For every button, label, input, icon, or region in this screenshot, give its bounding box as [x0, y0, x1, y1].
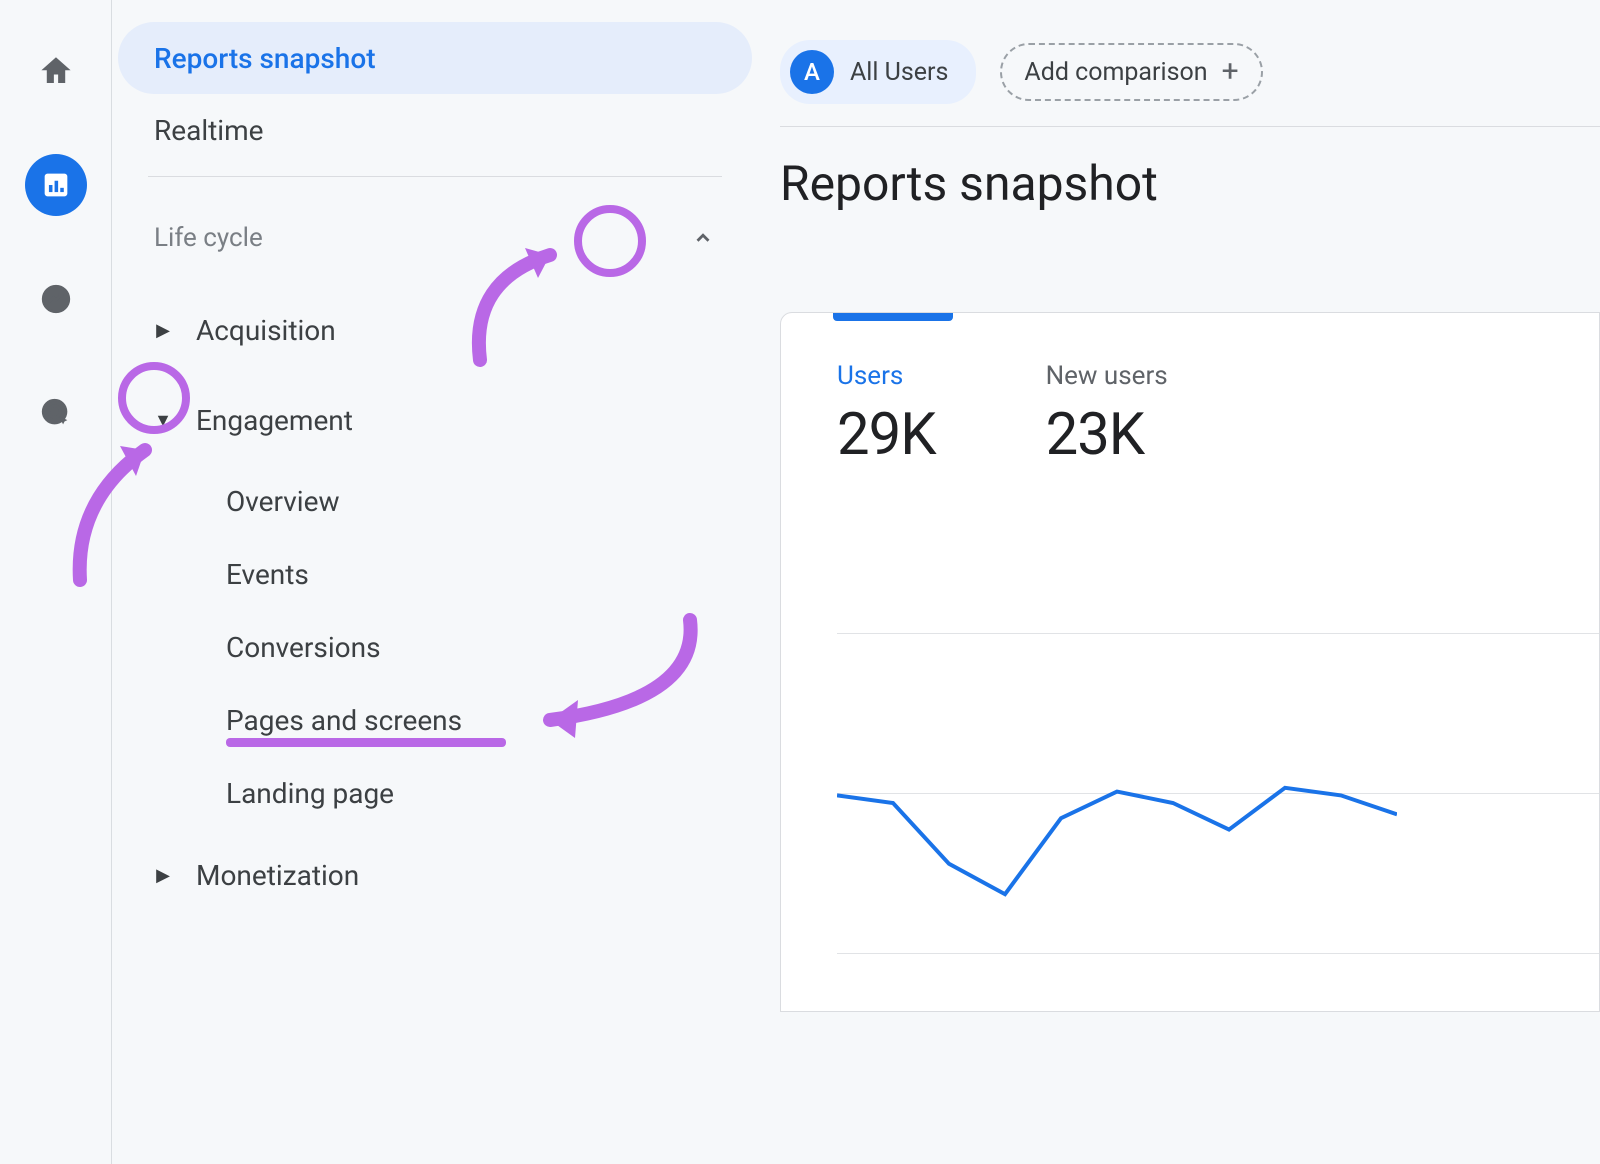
segment-avatar-letter: A	[804, 58, 820, 86]
caret-right-icon: ▶	[138, 850, 188, 900]
nav-panel: Reports snapshot Realtime Life cycle ▶ A…	[112, 0, 772, 1164]
sub-overview[interactable]: Overview	[118, 465, 752, 538]
segment-chip-all-users[interactable]: A All Users	[780, 40, 976, 104]
sub-conversions[interactable]: Conversions	[118, 611, 752, 684]
metric-label: New users	[1046, 361, 1168, 391]
main-area: A All Users Add comparison + Reports sna…	[772, 0, 1600, 1164]
segment-label: All Users	[850, 58, 948, 87]
sub-landing-page[interactable]: Landing page	[118, 757, 752, 830]
segment-bar: A All Users Add comparison +	[772, 40, 1600, 104]
tree-label: Monetization	[192, 859, 359, 892]
tree-monetization[interactable]: ▶ Monetization	[118, 830, 752, 920]
active-metric-indicator	[833, 313, 953, 321]
home-icon	[39, 54, 73, 88]
rail-home[interactable]	[25, 40, 87, 102]
segment-avatar: A	[790, 50, 834, 94]
nav-item-label: Reports snapshot	[154, 42, 376, 75]
metric-users[interactable]: Users 29K	[837, 361, 936, 469]
sub-label: Conversions	[226, 631, 381, 664]
nav-realtime[interactable]: Realtime	[118, 94, 752, 166]
tree-acquisition[interactable]: ▶ Acquisition	[118, 285, 752, 375]
line-chart	[837, 613, 1397, 993]
target-cursor-icon	[39, 396, 73, 430]
tree-engagement[interactable]: ▼ Engagement	[118, 375, 752, 465]
nav-divider	[148, 176, 722, 177]
tree-label: Acquisition	[192, 314, 336, 347]
section-label: Life cycle	[154, 223, 263, 253]
sub-pages-and-screens[interactable]: Pages and screens	[118, 684, 752, 757]
section-life-cycle[interactable]: Life cycle	[118, 191, 752, 285]
metric-value: 29K	[837, 401, 936, 469]
chevron-up-icon	[692, 227, 714, 249]
rail-advertising[interactable]	[25, 382, 87, 444]
sub-events[interactable]: Events	[118, 538, 752, 611]
tree-label: Engagement	[192, 404, 353, 437]
metric-value: 23K	[1046, 401, 1168, 469]
caret-down-icon: ▼	[138, 395, 188, 445]
bar-chart-icon	[39, 168, 73, 202]
sub-label: Events	[226, 558, 309, 591]
sub-label: Overview	[226, 485, 340, 518]
collapse-life-cycle[interactable]	[678, 213, 728, 263]
metric-new-users[interactable]: New users 23K	[1046, 361, 1168, 469]
main-divider	[780, 126, 1600, 127]
sub-label: Landing page	[226, 777, 394, 810]
add-comparison-label: Add comparison	[1024, 58, 1207, 87]
plus-icon: +	[1222, 57, 1239, 87]
trend-circle-icon	[39, 282, 73, 316]
add-comparison-button[interactable]: Add comparison +	[1000, 43, 1262, 101]
rail-explore[interactable]	[25, 268, 87, 330]
caret-right-icon: ▶	[138, 305, 188, 355]
rail-reports[interactable]	[25, 154, 87, 216]
page-title: Reports snapshot	[772, 155, 1600, 212]
icon-rail	[0, 0, 112, 1164]
nav-reports-snapshot[interactable]: Reports snapshot	[118, 22, 752, 94]
metrics-card: Users 29K New users 23K	[780, 312, 1600, 1012]
nav-item-label: Realtime	[154, 114, 264, 147]
metric-label: Users	[837, 361, 936, 391]
sub-label: Pages and screens	[226, 704, 462, 737]
